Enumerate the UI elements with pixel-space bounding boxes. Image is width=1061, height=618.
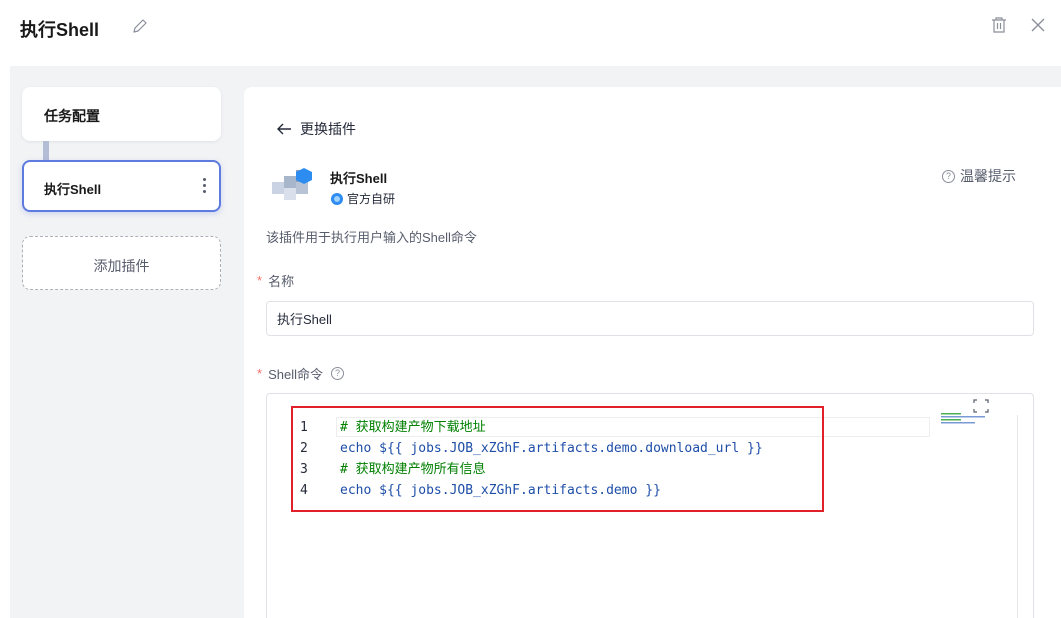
change-plugin-link[interactable]: 更换插件 [276,119,356,139]
shell-plugin-logo-icon [272,168,312,200]
shell-field-label: * Shell命令 ? [257,364,344,383]
tips-label: 温馨提示 [960,168,1016,184]
name-field-label: * 名称 [257,271,294,290]
sidebar-item-label: 执行Shell [44,182,102,197]
close-icon[interactable] [1030,17,1046,33]
plugin-name: 执行Shell [330,171,388,186]
change-plugin-label: 更换插件 [300,121,356,137]
name-label-text: 名称 [268,274,295,289]
task-config-label: 任务配置 [44,108,100,124]
shell-label-text: Shell命令 [268,367,323,382]
sidebar-item-execute-shell[interactable]: 执行Shell [22,160,221,212]
annotation-highlight-box [291,406,824,512]
help-icon[interactable]: ? [330,367,344,380]
required-mark: * [257,366,263,381]
official-badge-label: 官方自研 [347,192,396,206]
official-badge: 官方自研 [331,190,395,207]
plugin-description: 该插件用于执行用户输入的Shell命令 [266,230,477,245]
code-minimap[interactable] [941,412,1003,424]
page-title: 执行Shell [20,20,100,40]
add-plugin-button[interactable]: 添加插件 [22,236,221,290]
add-plugin-label: 添加插件 [93,258,150,274]
name-input[interactable] [266,301,1034,336]
official-badge-icon [331,192,343,205]
edit-pencil-icon[interactable] [131,17,149,35]
editor-scrollbar[interactable] [1017,415,1018,618]
delete-icon[interactable] [990,16,1008,34]
task-config-step[interactable]: 任务配置 [22,87,221,141]
more-vertical-icon[interactable] [201,176,207,196]
page-header: 执行Shell [0,0,1061,60]
tips-link[interactable]: ? 温馨提示 [942,166,1016,186]
question-circle-icon: ? [942,169,955,183]
step-connector [43,141,49,161]
arrow-left-icon [277,123,291,135]
required-mark: * [257,273,263,288]
